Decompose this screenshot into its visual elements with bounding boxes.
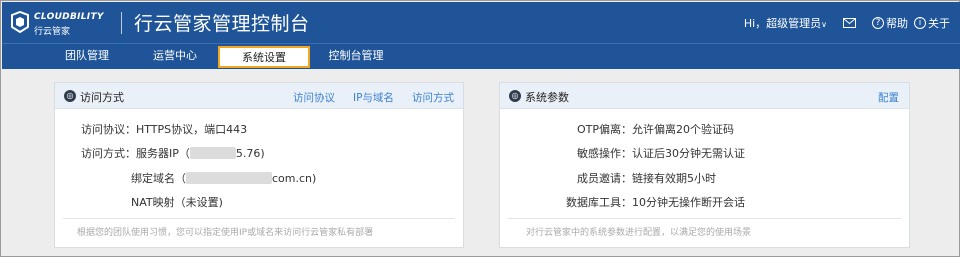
header-divider [121,12,122,34]
globe-icon: ◎ [64,90,76,102]
about-label: 关于 [928,17,950,30]
row-access-method: 访问方式：服务器IP（ 5.76) [81,145,265,161]
panel-title: 系统参数 [525,91,569,104]
info-icon: i [914,17,926,29]
logo-text-cn: 行云管家 [34,27,71,37]
row-label: 数据库工具： [566,196,632,209]
cloudbility-logo-icon [11,11,29,33]
panel-footer-text: 对行云管家中的系统参数进行配置，以满足您的使用场景 [526,228,752,238]
row-value-suffix: 5.76) [235,147,265,160]
link-ip-domain[interactable]: IP与域名 [353,90,394,105]
panel-divider [63,218,455,219]
system-params-panel: ◎ 系统参数 配置 OTP偏离：允许偏离20个验证码 敏感操作：认证后30分钟无… [499,82,910,248]
row-label: 访问方式： [81,147,136,160]
row-nat-mapping: NAT映射（未设置) [131,194,223,210]
globe-icon: ◎ [509,90,521,102]
row-label: 访问协议： [81,123,136,136]
row-value-prefix: 服务器IP（ [136,147,190,160]
user-menu[interactable]: Hi，超级管理员∨ [744,15,827,31]
main-nav: 团队管理 运营中心 系统设置 控制台管理 [2,43,960,69]
nav-team-management[interactable]: 团队管理 [52,46,122,68]
app-title: 行云管家管理控制台 [134,13,310,35]
nav-system-settings[interactable]: 系统设置 [218,46,310,68]
redacted-ip [189,147,236,159]
header-actions: Hi，超级管理员∨ ? 帮助 i 关于 [744,15,950,31]
nav-operations-center[interactable]: 运营中心 [140,46,210,68]
mail-icon[interactable] [843,18,856,28]
row-label: 成员邀请： [577,172,632,185]
row-value: 认证后30分钟无需认证 [632,147,745,160]
configure-link[interactable]: 配置 [878,90,899,105]
redacted-domain [186,172,272,184]
row-protocol: 访问协议：HTTPS协议，端口443 [81,121,247,137]
window-frame: CLOUDBILITY 行云管家 行云管家管理控制台 Hi，超级管理员∨ ? 帮… [0,0,960,257]
question-icon: ? [872,17,884,29]
nav-console-management[interactable]: 控制台管理 [318,46,394,68]
row-value: 10分钟无操作断开会话 [632,196,745,209]
row-value: 链接有效期5小时 [632,172,716,185]
row-otp-deviation: OTP偏离：允许偏离20个验证码 [500,121,734,137]
panel-footer-text: 根据您的团队使用习惯，您可以指定使用IP或域名来访问行云管家私有部署 [77,228,374,238]
panel-title: 访问方式 [80,91,124,104]
row-value: 允许偏离20个验证码 [632,123,734,136]
access-method-panel: ◎ 访问方式 访问协议 IP与域名 访问方式 访问协议：HTTPS协议，端口44… [54,82,464,248]
row-label: NAT映射（未设置) [131,196,223,209]
row-bound-domain: 绑定域名（ com.cn) [131,170,316,186]
about-button[interactable]: i 关于 [914,15,950,31]
link-access-method[interactable]: 访问方式 [412,90,454,105]
logo[interactable]: CLOUDBILITY 行云管家 [10,9,112,37]
user-greeting: Hi，超级管理员 [743,17,822,30]
chevron-down-icon: ∨ [821,20,827,29]
row-value-suffix: com.cn) [272,172,317,185]
help-button[interactable]: ? 帮助 [872,15,908,31]
link-access-protocol[interactable]: 访问协议 [293,90,335,105]
row-value: HTTPS协议，端口443 [136,123,248,136]
panel-header: ◎ 系统参数 配置 [500,83,909,109]
row-member-invite: 成员邀请：链接有效期5小时 [500,170,716,186]
panel-divider [508,218,901,219]
row-db-tool: 数据库工具：10分钟无操作断开会话 [500,194,745,210]
panel-header: ◎ 访问方式 访问协议 IP与域名 访问方式 [55,83,463,109]
help-label: 帮助 [886,17,908,30]
row-sensitive-ops: 敏感操作：认证后30分钟无需认证 [500,145,745,161]
row-label: OTP偏离： [576,123,632,136]
top-header: CLOUDBILITY 行云管家 行云管家管理控制台 Hi，超级管理员∨ ? 帮… [2,2,960,43]
logo-text-en: CLOUDBILITY [34,12,104,22]
row-label: 敏感操作： [577,147,632,160]
row-label: 绑定域名（ [131,172,186,185]
